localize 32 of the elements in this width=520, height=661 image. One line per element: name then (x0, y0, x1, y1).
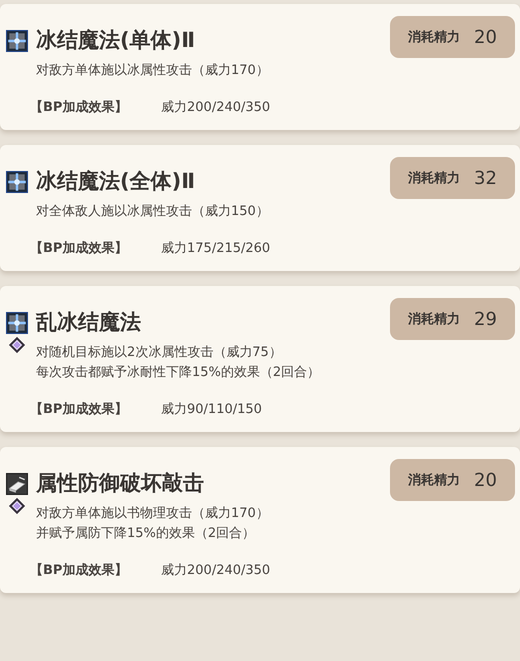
skill-title: 乱冰结魔法 (36, 309, 141, 336)
skill-description: 并赋予属防下降15%的效果（2回合） (36, 525, 256, 543)
cost-value: 32 (474, 168, 497, 188)
bp-value: 威力175/215/260 (161, 240, 270, 257)
skill-description: 对全体敌人施以冰属性攻击（威力150） (36, 203, 270, 221)
skill-title: 冰结魔法(全体)Ⅱ (36, 168, 196, 195)
skill-description: 对敌方单体施以冰属性攻击（威力170） (36, 62, 270, 80)
cost-value: 20 (474, 26, 497, 48)
snowflake-icon (6, 30, 28, 52)
cost-value: 20 (474, 470, 497, 490)
skill-title: 冰结魔法(单体)Ⅱ (36, 27, 196, 54)
skill-description: 对随机目标施以2次冰属性攻击（威力75） (36, 344, 283, 362)
diamond-icon (8, 336, 26, 354)
bp-label: 【BP加成效果】 (30, 240, 128, 257)
skill-description: 对敌方单体施以书物理攻击（威力170） (36, 505, 270, 523)
snowflake-icon (6, 312, 28, 334)
cost-label: 消耗精力 (408, 170, 460, 187)
book-icon (6, 473, 28, 495)
skill-description: 每次攻击都赋予冰耐性下降15%的效果（2回合） (36, 364, 322, 382)
bp-label: 【BP加成效果】 (30, 99, 128, 116)
cost-label: 消耗精力 (408, 311, 460, 328)
cost-label: 消耗精力 (408, 472, 460, 489)
cost-label: 消耗精力 (408, 29, 460, 46)
bp-label: 【BP加成效果】 (30, 401, 128, 418)
bp-label: 【BP加成效果】 (30, 562, 128, 579)
skill-title: 属性防御破坏敲击 (36, 470, 204, 497)
bp-value: 威力90/110/150 (161, 401, 262, 418)
bp-value: 威力200/240/350 (161, 562, 270, 579)
cost-value: 29 (474, 308, 497, 330)
diamond-icon (8, 497, 26, 515)
bp-value: 威力200/240/350 (161, 99, 270, 116)
snowflake-icon (6, 171, 28, 193)
